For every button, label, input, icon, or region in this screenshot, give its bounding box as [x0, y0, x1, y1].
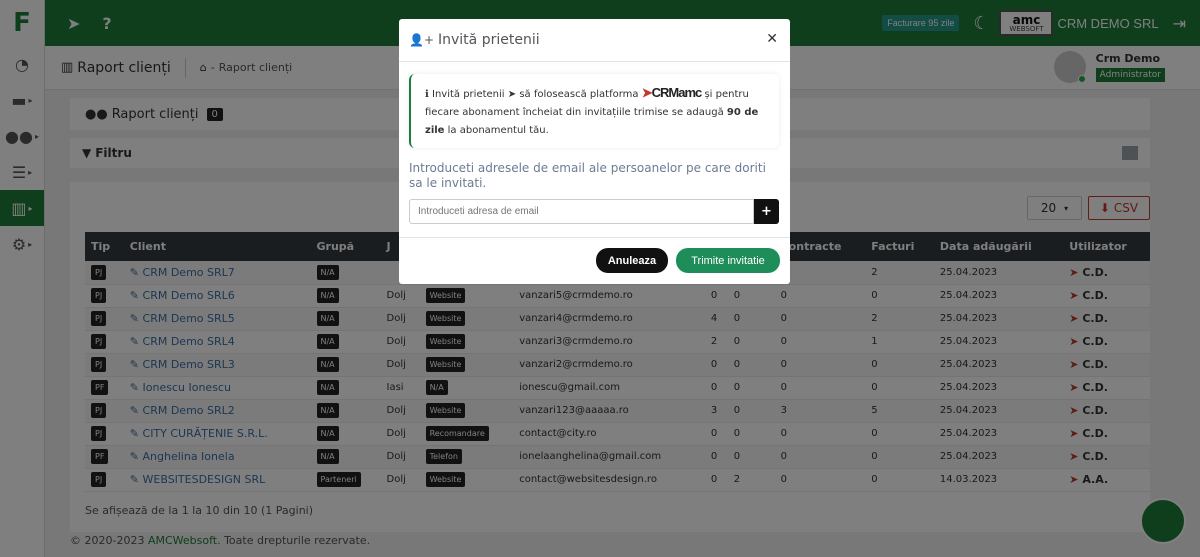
cancel-button[interactable]: Anuleaza: [596, 248, 668, 273]
info-icon: ℹ: [425, 89, 429, 100]
logo-crm-text: CRM: [651, 85, 680, 100]
modal-header: 👤+ Invită prietenii ✕: [399, 19, 790, 62]
send-icon: ➤: [507, 89, 517, 100]
modal-description: Introduceti adresele de email ale persoa…: [409, 161, 766, 190]
add-email-button[interactable]: +: [754, 199, 779, 224]
email-row: +: [409, 199, 779, 224]
invite-modal: 👤+ Invită prietenii ✕ ℹ Invită prietenii…: [399, 19, 790, 284]
email-input[interactable]: [409, 199, 754, 224]
logo-amc-text: amc: [678, 85, 702, 100]
crm-logo: ➤CRMamc: [641, 85, 703, 100]
modal-title: Invită prietenii: [438, 32, 540, 48]
close-icon[interactable]: ✕: [766, 31, 778, 47]
user-plus-icon: 👤+: [409, 33, 434, 47]
info-text-1: Invită prietenii: [432, 89, 505, 100]
modal-footer: Anuleaza Trimite invitatie: [399, 237, 790, 284]
info-box: ℹ Invită prietenii ➤ să folosească platf…: [409, 74, 779, 148]
info-text-4: la abonamentul tău.: [447, 125, 549, 136]
info-text-2: să folosească platforma: [519, 89, 639, 100]
send-invitation-button[interactable]: Trimite invitatie: [676, 248, 780, 273]
